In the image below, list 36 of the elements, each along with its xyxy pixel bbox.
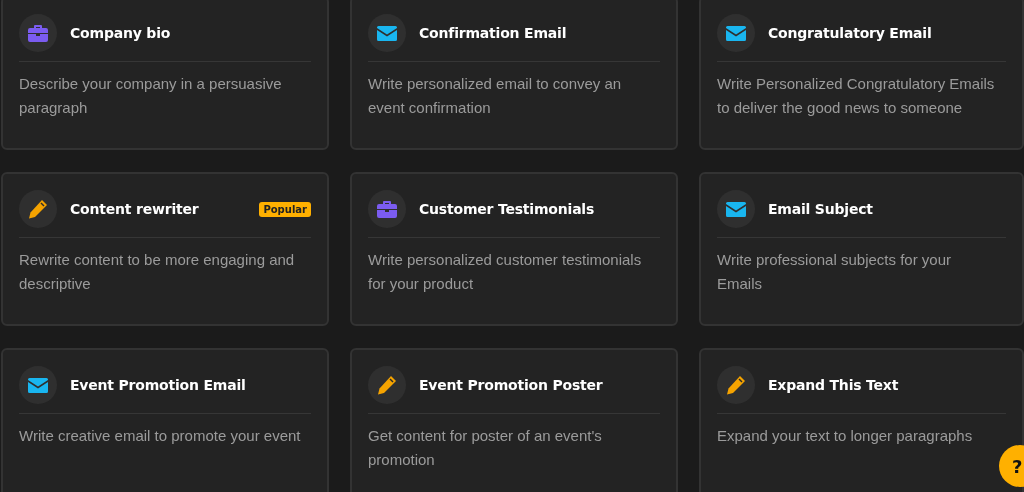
card-description: Write personalized email to convey an event confirmation — [368, 74, 623, 118]
briefcase-icon — [28, 24, 48, 42]
template-card[interactable]: Congratulatory Email Write Personalized Congratulatory Emails to deliver the good news to someone — [699, 0, 1024, 150]
card-title: Confirmation Email — [419, 25, 568, 41]
template-card[interactable]: Email Subject Write professional subjects for your Emails — [699, 172, 1024, 326]
card-title: Event Promotion Email — [70, 377, 247, 393]
card-description: Get content for poster of an event's promotion — [368, 426, 603, 470]
template-card[interactable]: Event Promotion Email Write creative email to promote your event — [1, 348, 329, 492]
envelope-icon — [28, 377, 48, 393]
card-description: Write professional subjects for your Emails — [717, 250, 952, 294]
card-title: Company bio — [70, 25, 172, 41]
card-title: Congratulatory Email — [768, 25, 933, 41]
card-description: Write personalized customer testimonials for your product — [368, 250, 643, 294]
card-title: Content rewriter — [70, 201, 200, 217]
card-title: Expand This Text — [768, 377, 900, 393]
card-title: Email Subject — [768, 201, 874, 217]
card-description: Write creative email to promote your event — [19, 426, 302, 446]
envelope-icon — [377, 25, 397, 41]
card-description: Write Personalized Congratulatory Emails to deliver the good news to someone — [717, 74, 996, 118]
pencil-icon — [726, 375, 746, 395]
popular-badge: Popular — [259, 201, 311, 217]
card-description: Rewrite content to be more engaging and descriptive — [19, 250, 296, 294]
template-card[interactable]: Customer Testimonials Write personalized customer testimonials for your product — [350, 172, 678, 326]
template-card[interactable]: Event Promotion Poster Get content for poster of an event's promotion — [350, 348, 678, 492]
template-card[interactable]: Company bio Describe your company in a persuasive paragraph — [1, 0, 329, 150]
card-title: Customer Testimonials — [419, 201, 596, 217]
template-card[interactable]: Content rewriter Popular Rewrite content to be more engaging and descriptive — [1, 172, 329, 326]
envelope-icon — [726, 201, 746, 217]
card-title: Event Promotion Poster — [419, 377, 604, 393]
card-description: Describe your company in a persuasive paragraph — [19, 74, 283, 118]
briefcase-icon — [377, 200, 397, 218]
pencil-icon — [28, 199, 48, 219]
pencil-icon — [377, 375, 397, 395]
card-description: Expand your text to longer paragraphs — [717, 426, 974, 446]
envelope-icon — [726, 25, 746, 41]
template-card[interactable]: Confirmation Email Write personalized email to convey an event confirmation — [350, 0, 678, 150]
